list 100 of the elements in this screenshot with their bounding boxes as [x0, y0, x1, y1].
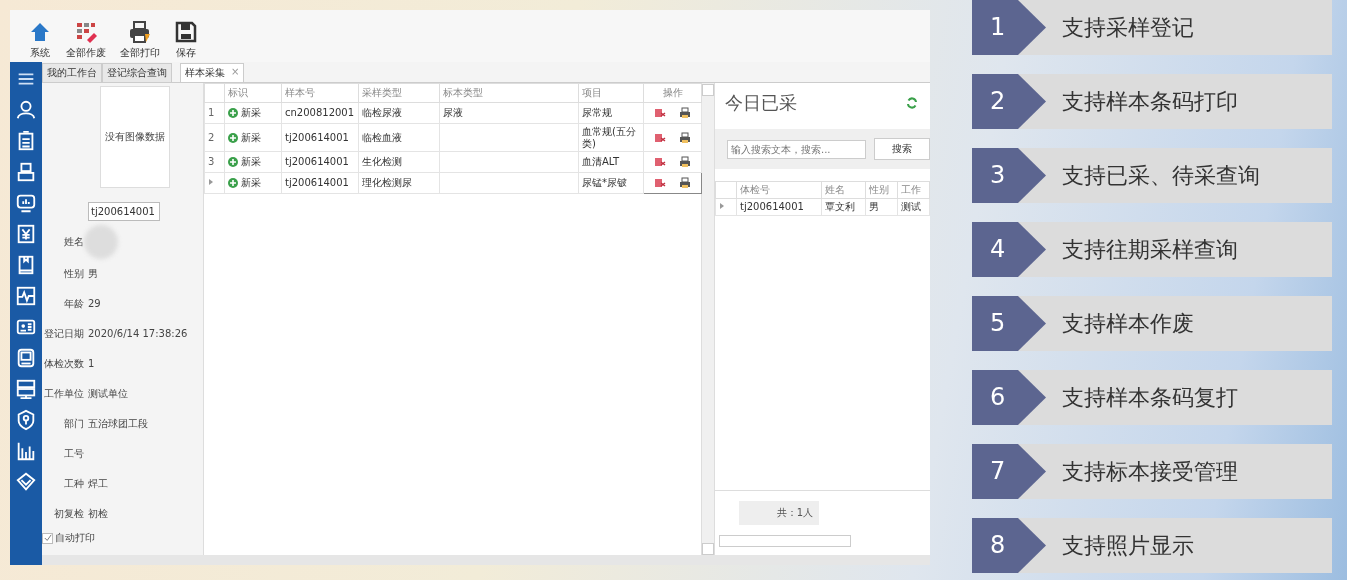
checkbox-label: 自动打印: [55, 531, 95, 545]
column-header: 体检号: [736, 181, 822, 199]
field-value: 初检: [88, 507, 109, 521]
table-cell: cn200812001: [285, 107, 355, 118]
field-value: 测试单位: [88, 387, 129, 401]
search-field[interactable]: 输入搜索文本，搜索...: [727, 139, 866, 159]
feature-number: 7: [990, 456, 1006, 487]
scrollbar[interactable]: [719, 535, 851, 547]
table-cell: tj200614001: [285, 177, 349, 188]
table-cell: 覃文利: [821, 198, 866, 216]
table-cell: 测试: [897, 198, 930, 216]
refresh-icon[interactable]: [906, 97, 918, 109]
void-icon[interactable]: [653, 131, 666, 144]
add-circle-icon: [228, 178, 238, 188]
feature-text: 支持已采、待采查询: [1062, 161, 1260, 190]
field-label: 工种: [63, 477, 84, 491]
column-header: 标本类型: [439, 83, 579, 103]
void-icon[interactable]: [653, 177, 666, 189]
toolbar-button[interactable]: 全部作废: [62, 20, 110, 60]
scrollbar[interactable]: [702, 83, 715, 555]
total-count: 共：1人: [739, 501, 819, 525]
feature-number: 3: [990, 160, 1006, 191]
toolbar-button[interactable]: 全部打印: [116, 20, 164, 60]
table-cell: tj200614001: [285, 156, 349, 167]
table-cell: 尿常规: [582, 107, 612, 118]
bar-chart-icon[interactable]: [15, 440, 37, 462]
tab[interactable]: 样本采集 ×: [180, 63, 245, 82]
add-circle-icon: [228, 108, 238, 118]
void-icon[interactable]: [653, 107, 666, 119]
grid-icon: [74, 20, 98, 44]
field-label: 体检次数: [43, 357, 84, 371]
search-button[interactable]: 搜索: [873, 138, 930, 160]
column-header: 样本号: [281, 83, 359, 103]
feature-number: 4: [990, 234, 1006, 265]
table-cell: 新采: [241, 131, 261, 144]
column-header: 性别: [865, 181, 898, 199]
table-cell: 新采: [241, 107, 261, 119]
feature-number: 2: [990, 86, 1006, 117]
feature-text: 支持样本条码复打: [1062, 383, 1238, 412]
toolbar-button[interactable]: 系统: [24, 20, 56, 60]
printer-icon: [128, 20, 152, 44]
field-label: 初复检: [53, 507, 84, 521]
tab[interactable]: 登记综合查询: [102, 63, 172, 82]
field-value: 男: [88, 267, 99, 281]
feature-text: 支持采样登记: [1062, 13, 1194, 42]
table-cell: 尿液: [443, 107, 463, 118]
tab[interactable]: 我的工作台: [42, 63, 102, 82]
checkbox[interactable]: [42, 532, 53, 544]
person-badge-icon[interactable]: [15, 161, 37, 183]
diamond-icon[interactable]: [15, 471, 37, 493]
placeholder-text: 没有图像数据: [105, 130, 165, 144]
field-value: 1: [88, 357, 96, 371]
table-cell: 血清ALT: [582, 156, 620, 167]
table-cell: 血常规(五分类): [582, 125, 636, 149]
table-cell: 临检血液: [362, 131, 402, 143]
save-icon: [174, 20, 198, 44]
table-cell: 新采: [241, 156, 261, 168]
monitor-icon[interactable]: [15, 192, 37, 214]
field-label: 年龄: [63, 297, 84, 311]
id-field[interactable]: tj200614001: [88, 202, 160, 221]
field-label: 工号: [63, 447, 84, 461]
server-icon[interactable]: [15, 378, 37, 400]
printer-icon[interactable]: [679, 156, 692, 168]
void-icon[interactable]: [653, 156, 666, 168]
row-number: 2: [208, 131, 215, 143]
field-label: 登记日期: [43, 327, 84, 341]
table-cell: 理化检测尿: [362, 177, 412, 188]
table-cell: 生化检测: [362, 156, 402, 167]
field-value: 五治球团工段: [88, 417, 149, 431]
printer-icon[interactable]: [679, 131, 692, 144]
row-number: 1: [208, 107, 215, 118]
field-label: 工作单位: [43, 387, 84, 401]
heartbeat-icon[interactable]: [15, 285, 37, 307]
column-header: 工作: [897, 181, 930, 199]
column-header: 项目: [578, 83, 644, 103]
row-number: 3: [208, 156, 215, 167]
user-icon[interactable]: [15, 99, 37, 121]
table-cell: 新采: [241, 177, 261, 189]
column-header: 姓名: [821, 181, 866, 199]
computer-icon[interactable]: [15, 347, 37, 369]
field-value: 29: [88, 297, 102, 311]
yen-icon[interactable]: [15, 223, 37, 245]
column-header: 操作: [643, 83, 702, 103]
column-header: 采样类型: [358, 83, 440, 103]
field-value: 焊工: [88, 477, 109, 491]
column-header: 标识: [224, 83, 282, 103]
shield-icon[interactable]: [15, 409, 37, 431]
feature-number: 6: [990, 382, 1006, 413]
printer-icon[interactable]: [679, 107, 692, 119]
table-cell: 尿锰*尿铍: [582, 177, 627, 188]
add-circle-icon: [228, 157, 238, 167]
field-value: 2020/6/14 17:38:26: [88, 327, 189, 341]
table-cell: 男: [865, 198, 898, 216]
feature-number: 8: [990, 530, 1006, 561]
feature-text: 支持样本条码打印: [1062, 87, 1238, 116]
panel-title: 今日已采: [725, 91, 797, 115]
toolbar-button[interactable]: 保存: [170, 20, 202, 60]
feature-text: 支持照片显示: [1062, 531, 1194, 560]
printer-icon[interactable]: [679, 177, 692, 189]
feature-text: 支持标本接受管理: [1062, 457, 1238, 486]
